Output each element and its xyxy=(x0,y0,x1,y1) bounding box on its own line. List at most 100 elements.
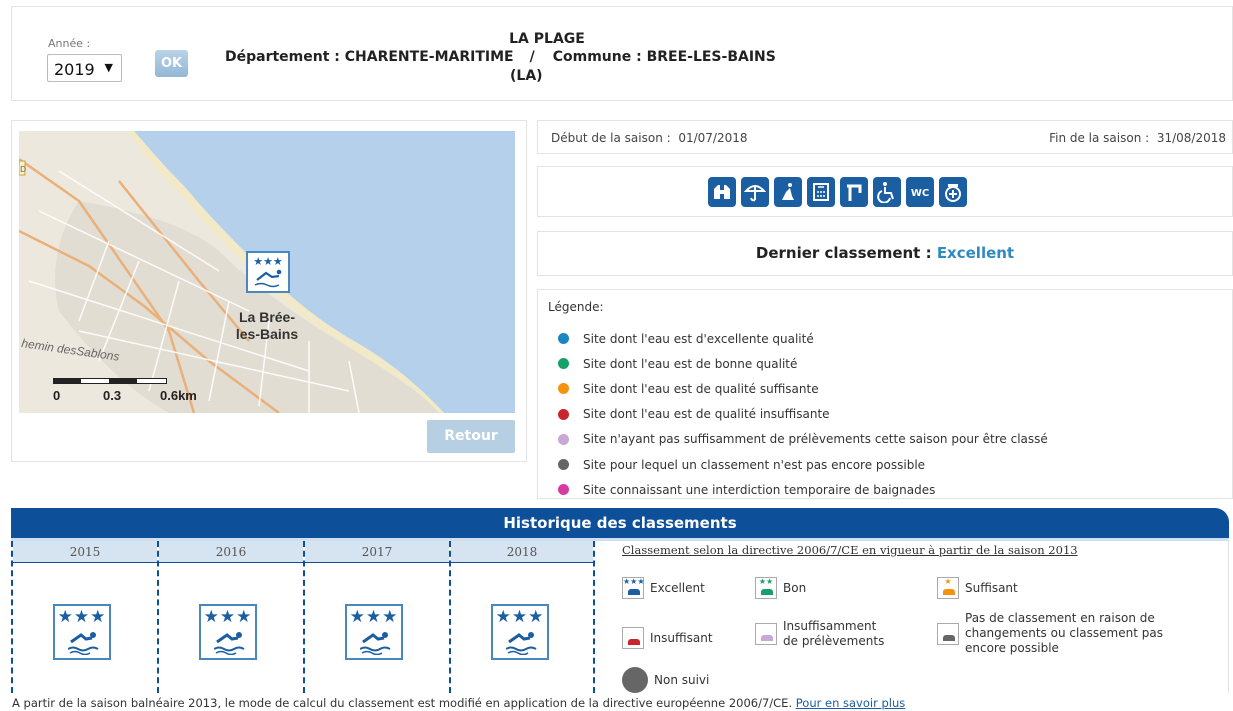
retour-button[interactable]: Retour xyxy=(427,420,515,453)
insuffisant-mini-icon xyxy=(622,627,644,649)
parasol-icon xyxy=(741,177,769,207)
pas-classement-mini-icon xyxy=(937,622,959,645)
season-end: Fin de la saison : 31/08/2018 xyxy=(1049,131,1226,145)
legend-insuff-prelevements: Insuffisamment de prélèvements xyxy=(755,619,884,649)
legend-dot-icon xyxy=(558,383,569,395)
legend-item-label: Site dont l'eau est d'excellente qualité xyxy=(583,331,814,346)
legend-item: Site dont l'eau est de qualité insuffisa… xyxy=(558,402,1048,427)
year-select-value: 2019 xyxy=(54,60,95,79)
history-title: Historique des classements xyxy=(11,508,1229,541)
location-line: Département : CHARENTE-MARITIME / Commune … xyxy=(225,49,776,65)
legend-item: Site dont l'eau est de bonne qualité xyxy=(558,351,1048,376)
legend-insuff-prel-line2: de prélèvements xyxy=(783,634,885,648)
excellent-badge-icon: ★★★ xyxy=(345,604,403,660)
header-panel: Année : 2019 ▼ OK LA PLAGE Département :… xyxy=(11,6,1233,101)
legend-dot-icon xyxy=(558,408,569,420)
legend-item: Site connaissant une interdiction tempor… xyxy=(558,477,1048,502)
legend-insuffisant: Insuffisant xyxy=(622,627,713,649)
page-title: LA PLAGE xyxy=(509,31,585,47)
suffisant-mini-icon: ★ xyxy=(937,577,959,599)
beach-marker-icon[interactable]: ★★★ xyxy=(246,251,290,293)
classement-label: Dernier classement : xyxy=(755,244,932,262)
map-panel: D ★★★ La Brée- les-Bains hemin desSablon… xyxy=(11,120,527,462)
pour-en-savoir-plus-link[interactable]: Pour en savoir plus xyxy=(796,696,906,710)
history-year: 2016 xyxy=(159,541,303,563)
scale-label-2: 0.6km xyxy=(160,388,197,403)
history-year-column: 2015 ★★★ xyxy=(11,541,157,693)
legend-dot-icon xyxy=(558,333,569,345)
legend-pas-class-line1: Pas de classement en raison de xyxy=(965,611,1155,625)
history-year: 2017 xyxy=(305,541,449,563)
excellent-badge-icon: ★★★ xyxy=(53,604,111,660)
legend-pas-class-line2: changements ou classement pas xyxy=(965,626,1163,640)
legend-excellent-label: Excellent xyxy=(650,581,705,595)
legend-item-label: Site dont l'eau est de qualité suffisant… xyxy=(583,381,819,396)
first-aid-icon xyxy=(939,177,967,207)
legend-panel: Légende: Site dont l'eau est d'excellent… xyxy=(537,289,1233,499)
dernier-classement: Dernier classement : Excellent xyxy=(538,244,1232,262)
excellent-badge-icon: ★★★ xyxy=(491,604,549,660)
legend-item: Site dont l'eau est de qualité suffisant… xyxy=(558,376,1048,401)
history-year-column: 2018 ★★★ xyxy=(449,541,595,693)
history-year: 2015 xyxy=(13,541,157,563)
wheelchair-icon xyxy=(873,177,901,207)
location-separator: / xyxy=(529,49,535,65)
history-panel: Historique des classements 2015 ★★★ 2016… xyxy=(11,508,1229,693)
history-year: 2018 xyxy=(451,541,593,563)
history-year-column: 2016 ★★★ xyxy=(157,541,303,693)
legend-title: Légende: xyxy=(548,300,604,314)
map-place-label-1: La Brée- xyxy=(239,309,295,325)
legend-item-label: Site connaissant une interdiction tempor… xyxy=(583,482,936,497)
footer-text: A partir de la saison balnéaire 2013, le… xyxy=(12,696,793,710)
water-tap-icon xyxy=(840,177,868,207)
legend-item: Site n'ayant pas suffisamment de prélève… xyxy=(558,427,1048,452)
legend-bon: ★★ Bon xyxy=(755,577,806,599)
legend-dot-icon xyxy=(558,484,569,496)
history-year-column: 2017 ★★★ xyxy=(303,541,449,693)
legend-item: Site pour lequel un classement n'est pas… xyxy=(558,452,1048,477)
legend-item-label: Site dont l'eau est de bonne qualité xyxy=(583,356,798,371)
footer-note: A partir de la saison balnéaire 2013, le… xyxy=(12,696,905,710)
season-end-label: Fin de la saison : xyxy=(1049,131,1150,145)
directive-link[interactable]: Classement selon la directive 2006/7/CE … xyxy=(622,543,1078,557)
map-place-label-2: les-Bains xyxy=(236,326,298,342)
commune-suffix: (LA) xyxy=(510,68,543,84)
svg-text:WC: WC xyxy=(911,188,929,199)
season-end-date: 31/08/2018 xyxy=(1156,131,1226,145)
ok-button[interactable]: OK xyxy=(155,50,188,77)
legend-suffisant: ★ Suffisant xyxy=(937,577,1018,599)
season-panel: Début de la saison : 01/07/2018 Fin de l… xyxy=(537,120,1233,154)
season-start: Début de la saison : 01/07/2018 xyxy=(551,131,748,145)
legend-suffisant-label: Suffisant xyxy=(965,581,1018,595)
scale-label-1: 0.3 xyxy=(103,388,121,403)
classement-panel: Dernier classement : Excellent xyxy=(537,231,1233,276)
legend-insuffisant-label: Insuffisant xyxy=(650,631,713,645)
season-start-date: 01/07/2018 xyxy=(678,131,748,145)
commune-text: Commune : BREE-LES-BAINS xyxy=(552,49,776,65)
scale-label-0: 0 xyxy=(53,388,60,403)
legend-item-label: Site dont l'eau est de qualité insuffisa… xyxy=(583,407,830,422)
departement-text: Département : CHARENTE-MARITIME xyxy=(225,49,514,65)
history-legend: Classement selon la directive 2006/7/CE … xyxy=(605,541,1229,693)
legend-insuff-prel-line1: Insuffisamment xyxy=(783,619,877,633)
bon-mini-icon: ★★ xyxy=(755,577,777,599)
excellent-badge-icon: ★★★ xyxy=(199,604,257,660)
wc-icon: WC xyxy=(906,177,934,207)
services-icons: WC xyxy=(708,177,967,207)
legend-dot-icon xyxy=(558,358,569,370)
year-select[interactable]: 2019 ▼ xyxy=(47,54,122,82)
route-marker: D xyxy=(20,165,26,174)
services-panel: WC xyxy=(537,166,1233,217)
legend-non-suivi: Non suivi xyxy=(622,667,709,693)
legend-item-label: Site n'ayant pas suffisamment de prélève… xyxy=(583,432,1048,447)
legend-excellent: ★★★ Excellent xyxy=(622,577,705,599)
binoculars-icon xyxy=(708,177,736,207)
legend-item: Site dont l'eau est d'excellente qualité xyxy=(558,326,1048,351)
chevron-down-icon: ▼ xyxy=(104,61,113,74)
legend-pas-classement: Pas de classement en raison de changemen… xyxy=(937,611,1163,656)
insuff-prelevements-mini-icon xyxy=(755,623,777,645)
legend-list: Site dont l'eau est d'excellente qualité… xyxy=(558,326,1048,502)
season-start-label: Début de la saison : xyxy=(551,131,671,145)
map[interactable]: D ★★★ La Brée- les-Bains hemin desSablon… xyxy=(19,131,515,413)
non-suivi-dot-icon xyxy=(622,667,648,693)
